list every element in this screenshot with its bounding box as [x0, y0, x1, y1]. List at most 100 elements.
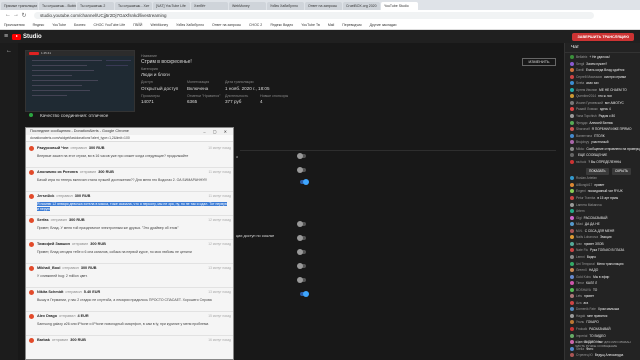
chat-author: Иоанн Гуляевский	[576, 100, 603, 105]
setting-toggle[interactable]	[300, 179, 309, 185]
window-title-bar: Последние сообщения - DonationAlerts - G…	[26, 128, 233, 135]
donation-verb: отправил	[79, 170, 97, 174]
back-arrow-icon[interactable]: ←	[4, 12, 12, 18]
donor-name: Jerse4ick	[37, 194, 55, 198]
forward-arrow-icon[interactable]: →	[12, 12, 20, 18]
setting-toggle[interactable]	[297, 167, 306, 173]
donation-amount: 300 RUB	[70, 338, 86, 342]
chat-author: Sveta	[576, 81, 585, 86]
setting-toggle[interactable]	[297, 235, 306, 241]
bookmark-item[interactable]: СНОС 2	[249, 23, 262, 27]
browser-tab[interactable]: Ты слушаешь - Bubbleblock	[39, 2, 76, 10]
donation-verb: отправил	[70, 146, 87, 150]
bookmark-item[interactable]: WebMoney	[150, 23, 168, 27]
setting-toggle[interactable]	[300, 291, 309, 297]
show-button[interactable]: ПОКАЗАТЬ	[586, 168, 609, 175]
browser-tab[interactable]: Ответ на запросы	[305, 2, 342, 10]
chat-avatar	[570, 196, 574, 200]
chat-avatar	[570, 215, 574, 220]
chat-author: Brujolnyy	[576, 140, 590, 145]
stream-title: Стрим в воскресенье!	[141, 59, 192, 65]
chat-author: Lemni	[576, 254, 585, 259]
browser-tab[interactable]: Узбек Хабибулло	[267, 2, 304, 10]
bookmark-item[interactable]: ГВЙЙ	[133, 23, 142, 27]
end-stream-button[interactable]: ЗАВЕРШИТЬ ТРАНСЛЯЦИЮ	[572, 33, 634, 41]
setting-toggle[interactable]	[297, 249, 306, 255]
bookmark-item[interactable]: Приложения	[4, 23, 24, 27]
donation-item: Jerse4ick отправил 300 RUB 11 минут назад Я …	[26, 192, 233, 216]
chat-avatar	[570, 254, 574, 259]
chat-message: Brujolnyy участниоый	[565, 139, 640, 145]
chat-text: НАДО	[589, 268, 599, 273]
chat-text: ага	[583, 300, 589, 305]
donation-verb: отправил	[59, 314, 76, 318]
chat-text: МЕ НЕ СНАЕМ ТО	[599, 87, 627, 92]
divider	[240, 150, 556, 151]
address-bar[interactable]: studio.youtube.com/channel/UCjj5r2Dj7GaX…	[34, 11, 594, 19]
hide-button[interactable]: СКРЫТЬ	[612, 168, 632, 175]
setting-toggle[interactable]	[297, 153, 306, 159]
youtube-logo-icon[interactable]	[12, 33, 21, 40]
stream-preview[interactable]: 1:45:41	[25, 50, 135, 112]
edit-button[interactable]: ИЗМЕНИТЬ	[522, 58, 556, 66]
chat-author: M.N.	[576, 228, 583, 233]
browser-tab[interactable]: YouTube Studio	[381, 2, 418, 10]
bookmark-item[interactable]: Яндекс Видео	[270, 23, 293, 27]
menu-icon[interactable]: ≡	[0, 33, 12, 40]
donation-item: Alex Drago отправил 4 EUR 15 минут назад Sam…	[26, 312, 233, 336]
browser-tab[interactable]: Ты слушаешь - Хит	[115, 2, 152, 10]
donation-message: Впервые зашел на этот стрим, ви в 16 час…	[37, 154, 229, 159]
donation-amount: 5.40 EUR	[83, 290, 101, 294]
bookmark-item[interactable]: YouTube	[52, 23, 66, 27]
donation-header: Alex Drago отправил 4 EUR 15 минут назад	[26, 312, 233, 321]
chat-message: Mlad ДА ДА НЕ	[565, 221, 640, 227]
setting-toggle[interactable]	[297, 221, 306, 227]
donation-message: Привет, Влад. У меня той праздничное эле…	[37, 226, 229, 231]
browser-tab[interactable]: Хэнбёт	[191, 2, 228, 10]
donation-time: 13 минут назад	[208, 290, 231, 294]
chat-text: здесь 4	[599, 107, 611, 112]
bookmark-item[interactable]: Узбек Хабибулло	[176, 23, 204, 27]
chat-author: Mikko	[576, 146, 585, 151]
setting-label: а	[236, 155, 238, 159]
chat-avatar	[570, 127, 574, 132]
browser-tab[interactable]: CruelBOX.org 2020	[343, 2, 380, 10]
browser-tab[interactable]: [ЧАТ] YouTube Life	[153, 2, 190, 10]
chat-author: Сергей Маслаков	[576, 74, 602, 79]
chat-avatar	[570, 100, 574, 105]
bookmark-item[interactable]: Переводчик	[342, 23, 361, 27]
donation-header: Mikhail_Bool отправил 300 RUB 13 минут наза…	[26, 264, 233, 273]
bookmark-item[interactable]: Другие закладки	[370, 23, 397, 27]
browser-tab[interactable]: Ты слушаешь 2	[77, 2, 114, 10]
reload-icon[interactable]: ↻	[20, 12, 28, 19]
bookmark-item[interactable]: СНОС YouTube Life	[94, 23, 126, 27]
bookmark-item[interactable]: YouTube Тв	[301, 23, 320, 27]
browser-tab[interactable]: WebMoney	[229, 2, 266, 10]
bookmark-item[interactable]: Яндекс	[32, 23, 44, 27]
chat-text: вот АМОГУС	[604, 100, 624, 105]
chat-text: Я ПОРБНИЛ ИЖЕ ПРЯМО	[591, 127, 632, 132]
bookmark-item[interactable]: Бизнес	[74, 23, 86, 27]
donation-verb: отправил	[56, 194, 73, 198]
setting-toggle[interactable]	[297, 277, 306, 283]
chat-text: ахах хах	[586, 81, 599, 86]
chat-avatar	[570, 248, 574, 253]
live-badge	[29, 52, 39, 55]
back-arrow-icon[interactable]: ←	[6, 48, 12, 54]
window-controls[interactable]: – ▢ ✕	[203, 128, 230, 135]
chat-avatar	[570, 94, 574, 99]
chat-text: РАССКАЗЫВАЙ	[583, 215, 608, 220]
chat-text: С СБСА ДЛЯ МЕНЯ	[584, 228, 615, 233]
browser-tab[interactable]: Прямые трансляции - YouTube	[1, 2, 38, 10]
chat-message: Sveta ахах хах	[565, 80, 640, 86]
bookmark-item[interactable]: Ответ на запросы	[212, 23, 241, 27]
chat-message: Nate Flu Рука ТОЛЬКО В ГЛАЗА	[565, 247, 640, 253]
bookmark-item[interactable]: Mail	[328, 23, 334, 27]
monetization-label: Монетизация	[187, 80, 210, 84]
chat-author: Uni Temporal	[576, 261, 595, 266]
chat-text: в 15 арт нрмы	[597, 196, 619, 200]
chat-author: Ruslan Artefan	[576, 176, 597, 181]
setting-toggle[interactable]	[297, 263, 306, 269]
chat-author: Yana Topchish	[576, 113, 597, 118]
donation-time: 16 минут назад	[208, 338, 231, 342]
